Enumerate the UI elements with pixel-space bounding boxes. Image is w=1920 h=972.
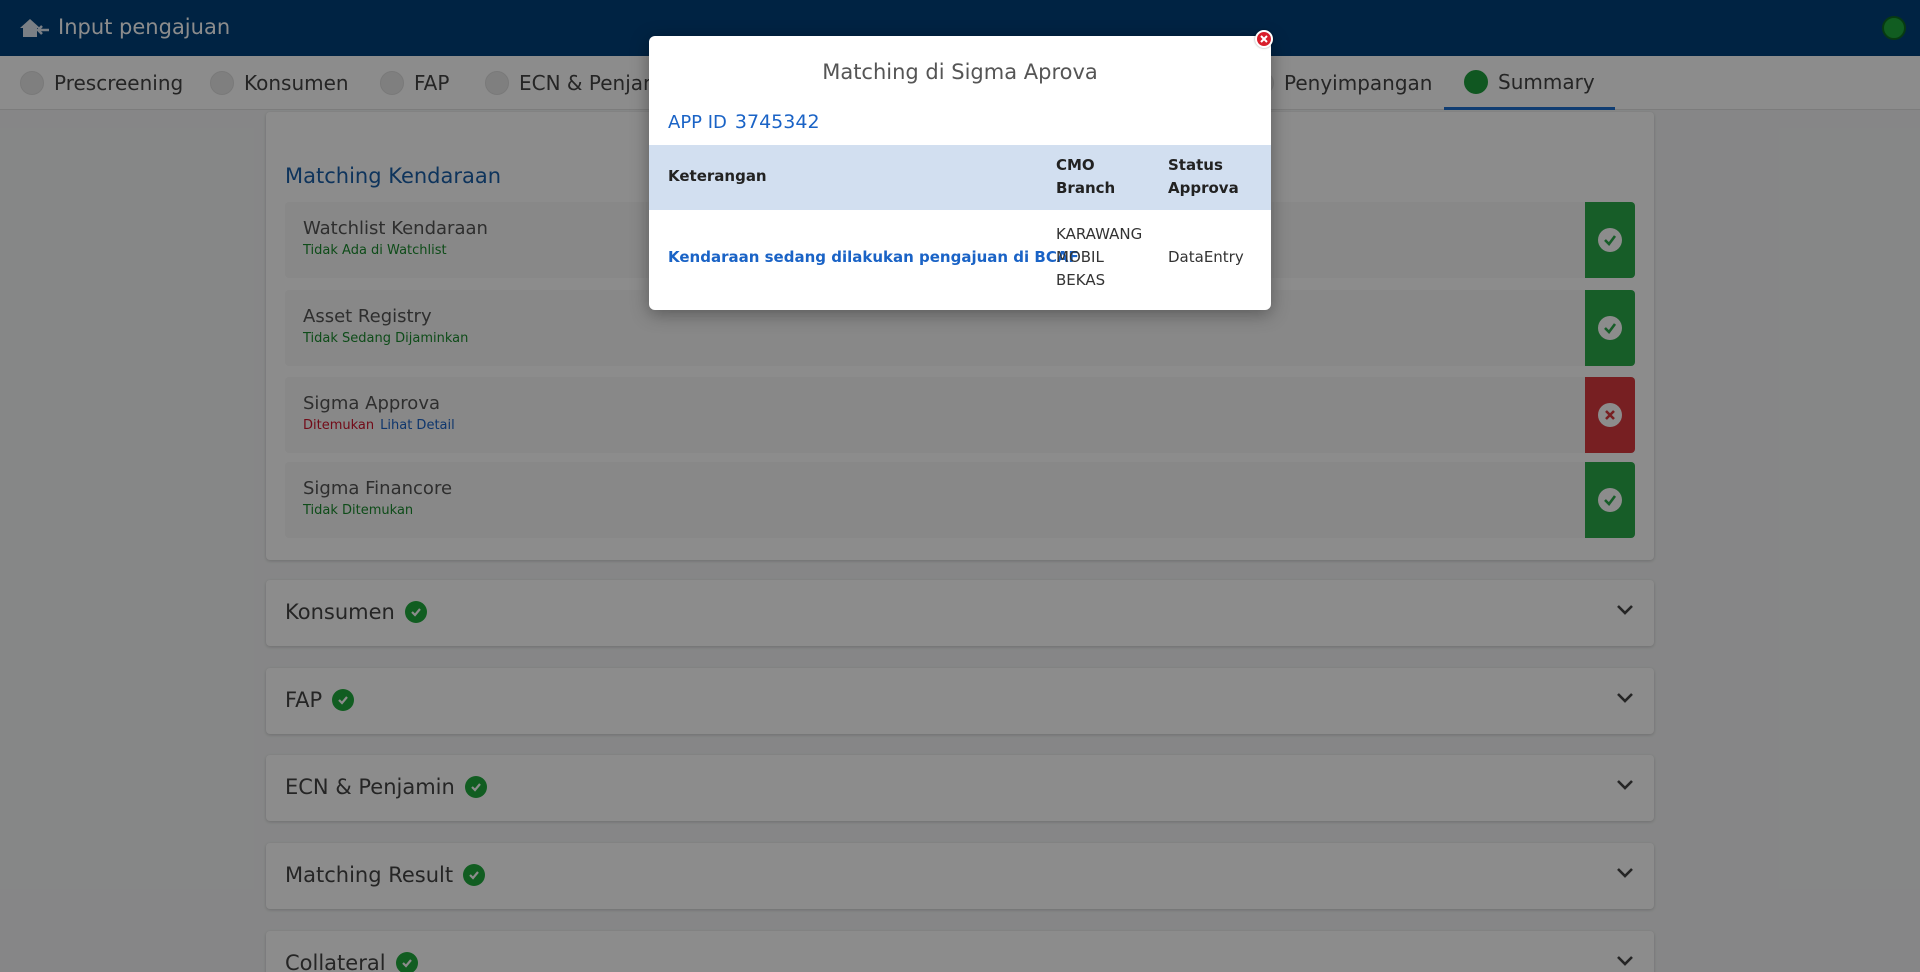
modal-title: Matching di Sigma Aprova	[822, 60, 1098, 84]
column-header-keterangan: Keterangan	[668, 167, 767, 185]
cell-keterangan: Kendaraan sedang dilakukan pengajuan di …	[668, 248, 1079, 266]
column-header-status-approva: Status Approva	[1168, 156, 1239, 197]
sigma-approva-modal: Matching di Sigma Aprova APP ID 3745342 K…	[649, 30, 1273, 310]
app-id: APP ID 3745342	[668, 111, 820, 133]
cell-cmo-branch: KARAWANG MOBIL BEKAS	[1056, 225, 1143, 289]
column-header-cmo-branch: CMO Branch	[1056, 156, 1116, 197]
cell-status: DataEntry	[1168, 248, 1244, 266]
table-header: Keterangan CMO Branch Status Approva	[649, 145, 1271, 210]
table-row: Kendaraan sedang dilakukan pengajuan di …	[649, 210, 1271, 306]
close-icon[interactable]	[1255, 30, 1273, 48]
app-id-value: 3745342	[734, 111, 820, 133]
app-id-label: APP ID	[668, 112, 727, 133]
